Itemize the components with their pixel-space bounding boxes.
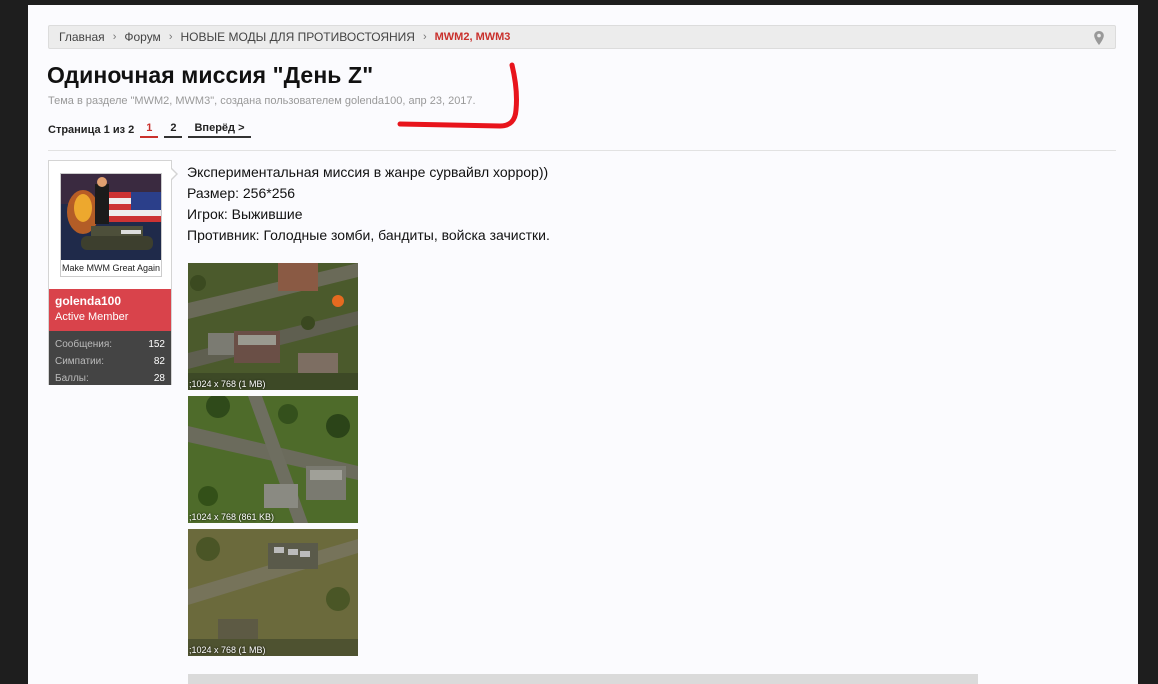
attachment-image	[188, 263, 358, 390]
attachment-thumbnail[interactable]: ;1024 x 768 (861 KB)	[188, 396, 358, 523]
breadcrumb-separator: ›	[112, 31, 117, 43]
attachment-label: ;1024 x 768 (1 MB)	[189, 645, 266, 655]
post-line: Размер: 256*256	[187, 185, 296, 201]
next-page-link[interactable]: Вперёд >	[188, 121, 251, 138]
post-line: Игрок: Выжившие	[187, 206, 303, 222]
stat-label: Симпатии:	[55, 356, 104, 367]
stat-label: Баллы:	[55, 373, 89, 384]
user-role: Active Member	[55, 311, 129, 323]
page-count-label: Страница 1 из 2	[48, 123, 135, 136]
breadcrumb-current[interactable]: MWM2, MWM3	[435, 31, 511, 43]
breadcrumb-section[interactable]: НОВЫЕ МОДЫ ДЛЯ ПРОТИВОСТОЯНИЯ	[180, 30, 414, 44]
page: Главная › Форум › НОВЫЕ МОДЫ ДЛЯ ПРОТИВО…	[28, 5, 1138, 684]
stat-label: Сообщения:	[55, 339, 113, 350]
page-link-1[interactable]: 1	[140, 121, 159, 138]
page-title: Одиночная миссия "День Z"	[47, 62, 374, 88]
attachment-thumbnail[interactable]: ;1024 x 768 (1 MB)	[188, 263, 358, 390]
breadcrumb-home[interactable]: Главная	[59, 30, 105, 44]
avatar[interactable]: Make MWM Great Again	[60, 173, 162, 277]
card-pointer-inner	[170, 168, 176, 180]
page-link-2[interactable]: 2	[164, 121, 183, 138]
location-pin-icon[interactable]	[1093, 31, 1105, 45]
attachment-thumbnail[interactable]: ;1024 x 768 (1 MB)	[188, 529, 358, 656]
breadcrumb-separator: ›	[422, 31, 427, 43]
post-footer-bar	[188, 674, 978, 684]
stat-likes: Симпатии: 82	[55, 356, 165, 370]
stat-value[interactable]: 28	[154, 373, 165, 384]
username-link[interactable]: golenda100	[55, 294, 121, 308]
divider	[48, 150, 1116, 151]
breadcrumb-forum[interactable]: Форум	[124, 30, 160, 44]
thread-meta: Тема в разделе "MWM2, MWM3", создана пол…	[48, 95, 476, 107]
breadcrumb-separator: ›	[168, 31, 173, 43]
user-card: Make MWM Great Again golenda100 Active M…	[48, 160, 172, 385]
page-navigation: Страница 1 из 2 1 2 Вперёд >	[48, 121, 251, 138]
post-line: Экспериментальная миссия в жанре сурвайв…	[187, 164, 549, 180]
avatar-caption: Make MWM Great Again	[61, 260, 161, 276]
user-stats: Сообщения: 152 Симпатии: 82 Баллы: 28	[49, 331, 171, 385]
attachment-label: ;1024 x 768 (1 MB)	[189, 379, 266, 389]
stat-points: Баллы: 28	[55, 373, 165, 387]
breadcrumb: Главная › Форум › НОВЫЕ МОДЫ ДЛЯ ПРОТИВО…	[48, 25, 1116, 49]
user-info-band: golenda100 Active Member	[49, 289, 171, 331]
avatar-image	[61, 174, 161, 260]
stat-value[interactable]: 152	[148, 339, 165, 350]
post-body: Экспериментальная миссия в жанре сурвайв…	[187, 162, 550, 246]
post-line: Противник: Голодные зомби, бандиты, войс…	[187, 227, 550, 243]
stat-messages: Сообщения: 152	[55, 339, 165, 353]
attachment-image	[188, 529, 358, 656]
stat-value[interactable]: 82	[154, 356, 165, 367]
attachment-label: ;1024 x 768 (861 KB)	[189, 512, 275, 522]
attachment-image	[188, 396, 358, 523]
